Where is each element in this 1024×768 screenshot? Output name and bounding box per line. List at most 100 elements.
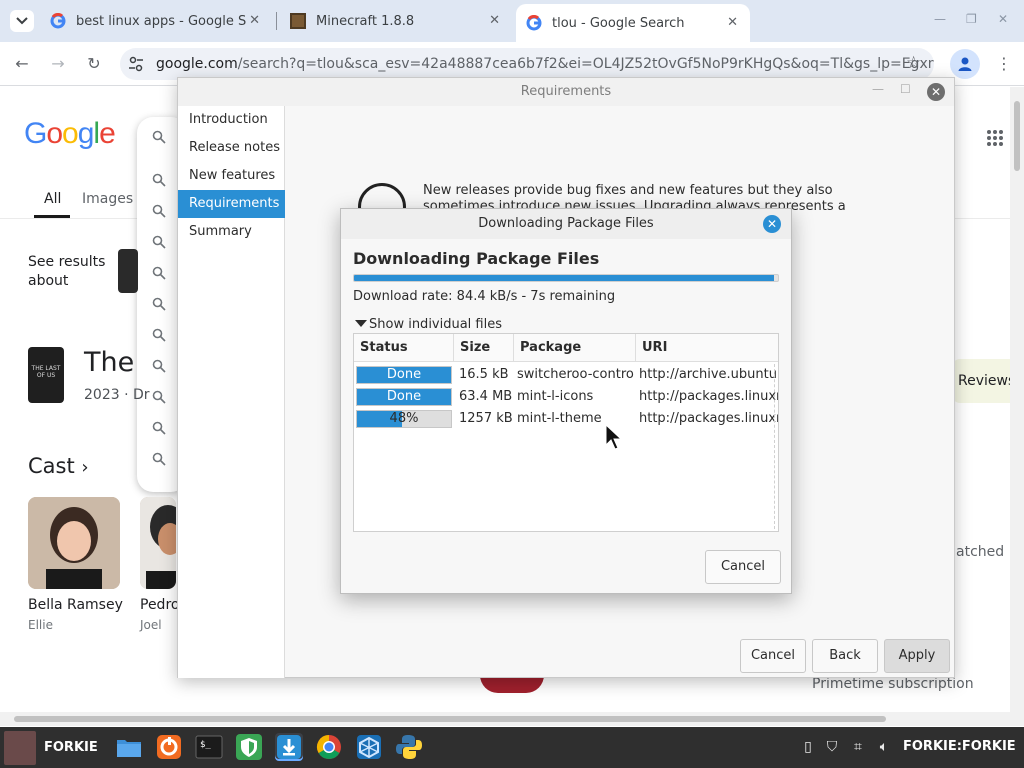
scrollbar-thumb[interactable] bbox=[14, 716, 886, 722]
network-icon[interactable]: ⌗ bbox=[850, 739, 866, 755]
files-icon[interactable] bbox=[115, 733, 143, 761]
close-icon[interactable]: ✕ bbox=[763, 215, 781, 233]
see-results-about[interactable]: See results about bbox=[28, 253, 105, 291]
watched-label: atched bbox=[956, 544, 1005, 560]
dialog-title[interactable]: Downloading Package Files bbox=[341, 209, 791, 239]
tab-best-linux-apps[interactable]: best linux apps - Google Sea ✕ bbox=[40, 6, 272, 36]
sidebar-item-requirements[interactable]: Requirements bbox=[178, 190, 285, 218]
size-cell: 16.5 kB bbox=[459, 367, 509, 382]
reload-icon[interactable]: ↻ bbox=[82, 52, 106, 76]
cast-card-pedro[interactable] bbox=[140, 497, 176, 589]
cast-role: Ellie bbox=[28, 618, 53, 632]
minimize-window-icon[interactable]: — bbox=[934, 12, 946, 26]
url-path: /search?q=tlou&sca_esv=42a48887cea6b7f2&… bbox=[237, 56, 934, 72]
apps-grid-icon[interactable] bbox=[986, 129, 1004, 147]
sidebar-item-release-notes[interactable]: Release notes bbox=[178, 134, 285, 162]
firefox-icon[interactable] bbox=[155, 733, 183, 761]
search-icon bbox=[152, 452, 166, 466]
apply-button[interactable]: Apply bbox=[884, 639, 950, 673]
google-g-icon bbox=[526, 14, 542, 31]
search-icon bbox=[152, 130, 166, 144]
tab-search-button[interactable] bbox=[10, 10, 34, 32]
requirements-titlebar[interactable]: Requirements bbox=[178, 78, 954, 106]
close-tab-icon[interactable]: ✕ bbox=[249, 13, 260, 28]
sidebar-item-introduction[interactable]: Introduction bbox=[178, 106, 285, 134]
minimize-icon[interactable]: — bbox=[872, 82, 884, 96]
back-button[interactable]: Back bbox=[812, 639, 878, 673]
update-manager-icon[interactable] bbox=[275, 733, 303, 761]
sidebar-item-new-features[interactable]: New features bbox=[178, 162, 285, 190]
user-label[interactable]: FORKIE:FORKIE bbox=[903, 739, 1016, 754]
horizontal-scrollbar[interactable] bbox=[0, 712, 1010, 726]
cancel-button[interactable]: Cancel bbox=[740, 639, 806, 673]
table-scroll-edge bbox=[774, 364, 775, 529]
mouse-cursor-icon bbox=[605, 424, 623, 450]
close-tab-icon[interactable]: ✕ bbox=[727, 15, 738, 30]
maximize-icon[interactable]: ☐ bbox=[900, 82, 911, 96]
cast-heading[interactable]: Cast › bbox=[28, 454, 89, 478]
cast-name[interactable]: Bella Ramsey bbox=[28, 597, 123, 613]
cast-name[interactable]: Pedro bbox=[140, 597, 179, 613]
search-icon bbox=[152, 204, 166, 218]
vertical-scrollbar[interactable] bbox=[1010, 87, 1024, 726]
tlou-thumbnail[interactable] bbox=[118, 249, 138, 293]
scrollbar-thumb[interactable] bbox=[1014, 101, 1020, 171]
size-cell: 63.4 MB bbox=[459, 389, 513, 404]
tab-minecraft[interactable]: Minecraft 1.8.8 ✕ bbox=[280, 6, 512, 36]
column-package[interactable]: Package bbox=[514, 334, 636, 362]
chevron-right-icon: › bbox=[81, 457, 89, 478]
status-text: Done bbox=[386, 389, 422, 404]
profile-avatar[interactable] bbox=[950, 49, 980, 79]
show-individual-files-toggle[interactable]: Show individual files bbox=[355, 317, 502, 332]
close-tab-icon[interactable]: ✕ bbox=[489, 13, 500, 28]
cancel-download-button[interactable]: Cancel bbox=[705, 550, 781, 584]
tab-all[interactable]: All bbox=[44, 191, 61, 207]
google-g-icon bbox=[50, 12, 66, 29]
terminal-icon[interactable]: $_ bbox=[195, 733, 223, 761]
primetime-label: Primetime subscription bbox=[812, 676, 974, 692]
volume-icon[interactable]: 🔈︎ bbox=[876, 739, 892, 755]
column-status[interactable]: Status bbox=[354, 334, 454, 362]
chevron-down-icon bbox=[16, 17, 28, 25]
column-uri[interactable]: URI bbox=[636, 334, 778, 362]
search-icon bbox=[152, 266, 166, 280]
progress-fill bbox=[354, 275, 774, 281]
search-icon bbox=[152, 173, 166, 187]
table-row[interactable]: Done 16.5 kB switcheroo-control http://a… bbox=[354, 364, 778, 386]
table-row[interactable]: Done 63.4 MB mint-l-icons http://package… bbox=[354, 386, 778, 408]
actor-photo bbox=[140, 497, 176, 589]
tab-tlou-search[interactable]: tlou - Google Search ✕ bbox=[516, 4, 750, 42]
virtualbox-icon[interactable] bbox=[355, 733, 383, 761]
status-progress: 48% bbox=[356, 410, 452, 428]
cast-card-bella[interactable] bbox=[28, 497, 120, 589]
svg-text:$_: $_ bbox=[200, 740, 211, 750]
taskbar: FORKIE $_ ▯ ⛉ ⌗ 🔈︎ FORKIE:FORKIE bbox=[0, 727, 1024, 768]
python-icon[interactable] bbox=[395, 733, 423, 761]
search-icon bbox=[152, 390, 166, 404]
close-window-icon[interactable]: ✕ bbox=[998, 12, 1008, 26]
tlou-poster[interactable]: THE LAST OF US bbox=[28, 347, 64, 403]
forward-icon[interactable]: → bbox=[46, 52, 70, 76]
chrome-icon[interactable] bbox=[315, 733, 343, 761]
sidebar-item-summary[interactable]: Summary bbox=[178, 218, 285, 246]
uri-cell: http://archive.ubuntu.c bbox=[639, 367, 778, 382]
shield-icon[interactable] bbox=[235, 733, 263, 761]
bookmark-star-icon[interactable]: ☆ bbox=[906, 53, 921, 73]
more-menu-icon[interactable]: ⋮ bbox=[996, 54, 1012, 73]
start-menu-button[interactable]: FORKIE bbox=[0, 727, 100, 768]
shield-tray-icon[interactable]: ⛉ bbox=[824, 739, 840, 755]
knowledge-panel-title[interactable]: The bbox=[84, 347, 134, 378]
table-row[interactable]: 48% 1257 kB mint-l-theme http://packages… bbox=[354, 408, 778, 430]
search-icon bbox=[152, 235, 166, 249]
tab-images[interactable]: Images bbox=[82, 191, 133, 207]
back-icon[interactable]: ← bbox=[10, 52, 34, 76]
status-text: 48% bbox=[389, 411, 419, 426]
package-cell: mint-l-icons bbox=[517, 389, 594, 404]
site-info-icon[interactable] bbox=[128, 56, 144, 72]
restore-window-icon[interactable]: ❐ bbox=[966, 12, 977, 26]
url-field[interactable]: google.com/search?q=tlou&sca_esv=42a4888… bbox=[120, 48, 934, 80]
clipboard-icon[interactable]: ▯ bbox=[800, 739, 816, 755]
column-size[interactable]: Size bbox=[454, 334, 514, 362]
close-icon[interactable]: ✕ bbox=[927, 83, 945, 101]
google-logo[interactable]: Google bbox=[24, 117, 116, 151]
